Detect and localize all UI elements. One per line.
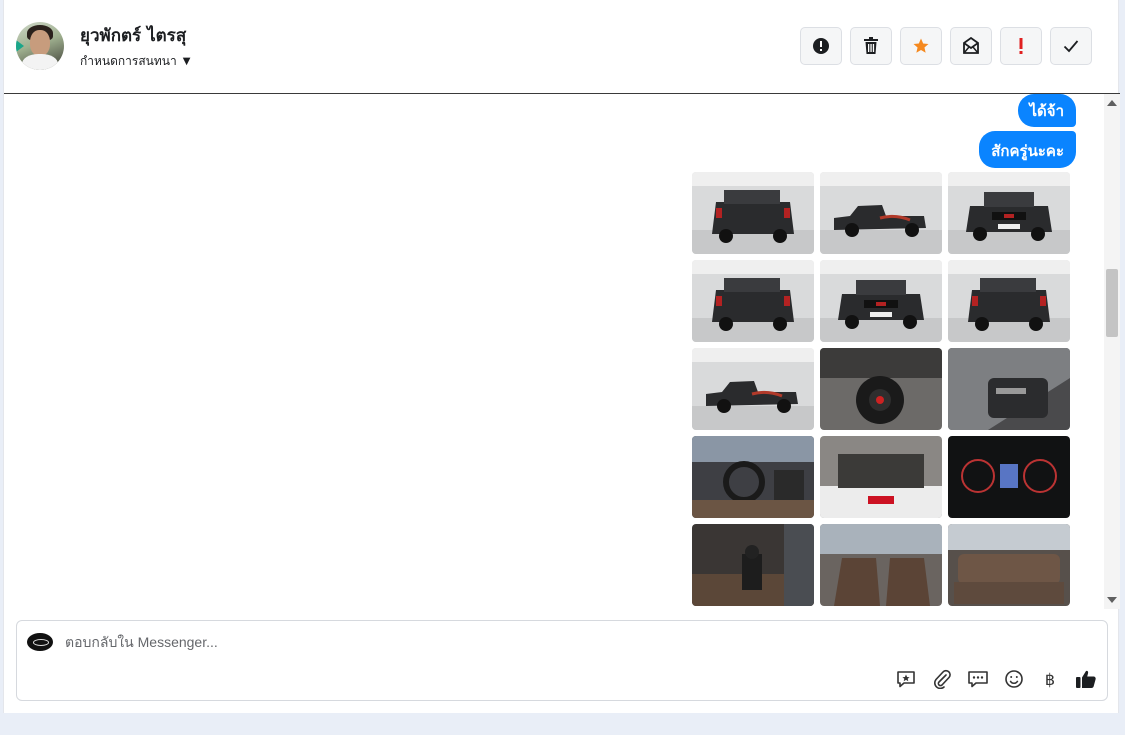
alert-circle-icon	[813, 38, 829, 54]
mark-done-button[interactable]	[1050, 27, 1092, 65]
composer-toolbar: ฿	[895, 668, 1097, 690]
contact-avatar[interactable]	[16, 22, 64, 70]
photo-thumbnail[interactable]	[820, 348, 942, 430]
message-thread: ได้จ้า สักครู่นะคะ	[4, 94, 1120, 609]
check-icon	[1063, 40, 1079, 53]
mark-unread-button[interactable]	[950, 27, 992, 65]
photo-thumbnail[interactable]	[692, 524, 814, 606]
reply-input[interactable]	[65, 634, 765, 650]
quick-reply-icon[interactable]	[967, 668, 989, 690]
message-bubble[interactable]: ได้จ้า	[1017, 94, 1076, 127]
scroll-down-arrow-icon[interactable]	[1107, 597, 1117, 603]
saved-reply-icon[interactable]	[895, 668, 917, 690]
photo-thumbnail[interactable]	[692, 172, 814, 254]
conversation-toolbar	[800, 27, 1092, 65]
thread-scrollbar[interactable]	[1104, 94, 1120, 609]
avatar-face	[30, 30, 50, 56]
thumbs-up-icon[interactable]	[1075, 668, 1097, 690]
photo-thumbnail[interactable]	[692, 436, 814, 518]
scroll-up-arrow-icon[interactable]	[1107, 100, 1117, 106]
messenger-badge-icon	[16, 40, 24, 52]
baht-icon[interactable]: ฿	[1039, 668, 1061, 690]
photo-thumbnail[interactable]	[948, 260, 1070, 342]
photo-thumbnail[interactable]	[948, 524, 1070, 606]
delete-button[interactable]	[850, 27, 892, 65]
photo-thumbnail[interactable]	[820, 524, 942, 606]
envelope-icon	[963, 37, 979, 54]
conversation-header: ยุวพักตร์ ไตรสุ กำหนดการสนทนา ▼	[4, 0, 1120, 94]
avatar-body	[22, 54, 58, 70]
reply-composer: ฿	[16, 620, 1108, 701]
photo-album-grid	[692, 172, 1070, 606]
photo-thumbnail[interactable]	[948, 436, 1070, 518]
photo-thumbnail[interactable]	[692, 348, 814, 430]
conversation-panel: ยุวพักตร์ ไตรสุ กำหนดการสนทนา ▼ ได้จ้า ส…	[3, 0, 1120, 713]
mark-spam-button[interactable]	[800, 27, 842, 65]
photo-thumbnail[interactable]	[948, 172, 1070, 254]
scroll-thumb[interactable]	[1106, 269, 1118, 337]
photo-thumbnail[interactable]	[820, 172, 942, 254]
emoji-icon[interactable]	[1003, 668, 1025, 690]
photo-thumbnail[interactable]	[820, 260, 942, 342]
star-icon	[913, 38, 929, 53]
attachment-icon[interactable]	[931, 668, 953, 690]
star-button[interactable]	[900, 27, 942, 65]
photo-thumbnail[interactable]	[948, 348, 1070, 430]
page-logo-avatar	[27, 633, 53, 651]
contact-name[interactable]: ยุวพักตร์ ไตรสุ	[80, 22, 186, 49]
trash-icon	[864, 37, 878, 54]
assign-conversation-dropdown[interactable]: กำหนดการสนทนา ▼	[80, 52, 190, 71]
photo-thumbnail[interactable]	[692, 260, 814, 342]
photo-thumbnail[interactable]	[820, 436, 942, 518]
message-bubble[interactable]: สักครู่นะคะ	[979, 131, 1076, 168]
exclamation-icon	[1019, 38, 1023, 54]
priority-button[interactable]	[1000, 27, 1042, 65]
assign-label: กำหนดการสนทนา	[80, 54, 177, 68]
caret-down-icon: ▼	[182, 56, 191, 67]
